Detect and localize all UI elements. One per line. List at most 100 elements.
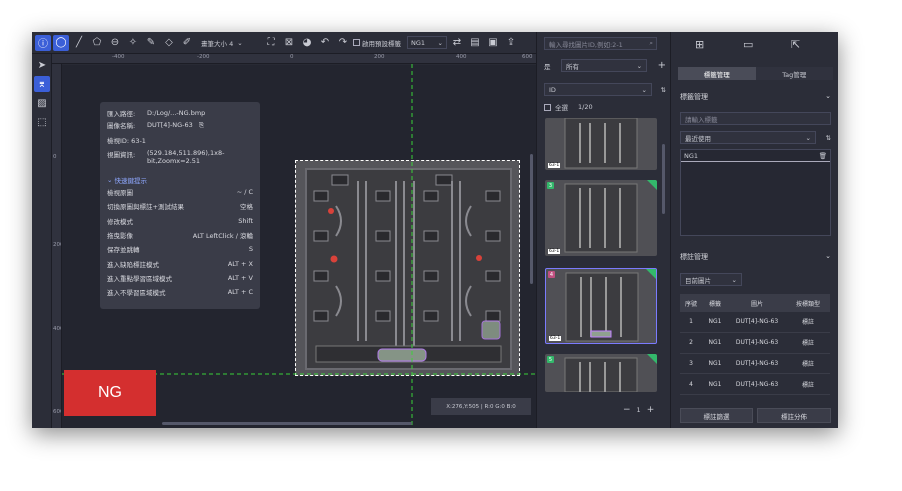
chevron-down-icon: ⌄ bbox=[731, 275, 737, 284]
crop-icon[interactable]: ⊠ bbox=[281, 35, 297, 51]
thumbnail-item[interactable]: 5 bbox=[545, 354, 657, 392]
annotation-distribution-button[interactable]: 標註分佈 bbox=[757, 408, 831, 423]
cell: 2 bbox=[689, 339, 693, 347]
tab-label-management[interactable]: 標籤管理 bbox=[678, 67, 756, 80]
polygon-tool-icon[interactable]: ⬠ bbox=[89, 35, 105, 51]
filter-select[interactable]: 所有 ⌄ bbox=[561, 59, 648, 72]
thumbnail-scrollbar[interactable] bbox=[662, 144, 665, 214]
chevron-down-icon: ⌄ bbox=[107, 175, 115, 184]
table-header: 序號 標籤 圖片 按標類型 bbox=[680, 294, 830, 312]
redo-icon[interactable]: ↷ bbox=[335, 35, 351, 51]
hatch-region-icon[interactable]: ▨ bbox=[34, 95, 50, 111]
left-toolbar: ➤ ⌆ ▨ ⬚ bbox=[32, 54, 52, 428]
coordinate-readout: X:276,Y:505 | R:0 G:0 B:0 bbox=[431, 398, 531, 415]
ellipse-tool-icon[interactable]: ◯ bbox=[53, 34, 69, 51]
viewport-value: (529.184,511.896),1x8-bit,Zoomx=2.51 bbox=[147, 149, 225, 165]
select-all-label: 全選 bbox=[555, 104, 568, 112]
vertical-scrollbar-thumb[interactable] bbox=[530, 154, 533, 284]
open-folder-icon[interactable]: ▭ bbox=[743, 38, 753, 51]
right-tabs: 標籤管理 Tag管理 bbox=[678, 67, 833, 80]
table-row[interactable]: 1 NG1 DUT[4]-NG-63 標註 bbox=[680, 312, 830, 333]
search-icon: ⌕ bbox=[649, 39, 653, 47]
pointer-icon[interactable]: ➤ bbox=[34, 57, 50, 73]
scope-select[interactable]: 目前圖片 ⌄ bbox=[680, 273, 742, 286]
circle-minus-icon[interactable]: ⊖ bbox=[107, 35, 123, 51]
chevron-down-icon: ⌄ bbox=[825, 252, 831, 260]
palette-icon[interactable]: ◕ bbox=[299, 35, 315, 51]
chevron-down-icon: ⌄ bbox=[805, 133, 811, 142]
hint-row: 切換原圖與標註+測試結果 空格 bbox=[107, 199, 253, 213]
edit-icon[interactable]: ✐ bbox=[179, 35, 195, 51]
undo-icon[interactable]: ↶ bbox=[317, 35, 333, 51]
eraser-icon[interactable]: ◇ bbox=[161, 35, 177, 51]
thumbnail-image bbox=[564, 118, 638, 169]
label-input[interactable]: 請輸入標籤 bbox=[680, 112, 831, 125]
col-header: 序號 bbox=[684, 300, 697, 308]
thumbnail-number: 3 bbox=[547, 182, 554, 189]
horizontal-scrollbar[interactable] bbox=[62, 422, 536, 426]
label-list-item[interactable]: NG1 🗑 bbox=[681, 150, 830, 162]
ruler-tick: 400 bbox=[456, 54, 467, 60]
thumbnail-item-selected[interactable]: 4 63-1 bbox=[545, 268, 657, 344]
plus-icon[interactable]: + bbox=[647, 405, 655, 415]
image-list-icon[interactable]: ▤ bbox=[467, 35, 483, 51]
fit-screen-icon[interactable]: ⛶ bbox=[263, 35, 279, 51]
brush-size-select[interactable]: 畫筆大小 4 ⌄ bbox=[197, 36, 261, 50]
hint-key: 空格 bbox=[240, 203, 253, 212]
tab-tag-management[interactable]: Tag管理 bbox=[756, 67, 834, 80]
annotation-filter-button[interactable]: 標註篩選 bbox=[680, 408, 753, 423]
magic-wand-icon[interactable]: ✧ bbox=[125, 35, 141, 51]
brush-icon[interactable]: ✎ bbox=[143, 35, 159, 51]
image-search-input[interactable]: 輸入尋找圖片ID,例如:2-1 ⌕ bbox=[544, 37, 657, 50]
cell: 標註 bbox=[801, 319, 814, 327]
enable-preset-checkbox[interactable] bbox=[353, 39, 360, 46]
cell: NG1 bbox=[708, 380, 722, 388]
hint-action: 拖曳影像 bbox=[107, 232, 133, 241]
hint-header-label: 快速鍵提示 bbox=[114, 176, 148, 185]
toolbar: ⓘ ◯ ╱ ⬠ ⊖ ✧ ✎ ◇ ✐ 畫筆大小 4 ⌄ ⛶ ⊠ ◕ ↶ ↷ 啟用預… bbox=[32, 32, 536, 54]
save-icon[interactable]: ▣ bbox=[485, 35, 501, 51]
line-tool-icon[interactable]: ╱ bbox=[71, 35, 87, 51]
label-section-header[interactable]: 標籤管理 ⌄ bbox=[680, 92, 831, 102]
region-select-icon[interactable]: ⬚ bbox=[34, 114, 50, 130]
hint-header[interactable]: ⌄ 快速鍵提示 bbox=[107, 174, 253, 185]
annotation-section-header[interactable]: 標註管理 ⌄ bbox=[680, 252, 831, 262]
vertical-ruler: 0 200 400 600 bbox=[52, 64, 62, 428]
sort-select[interactable]: ID ⌄ bbox=[544, 83, 652, 96]
image-canvas[interactable]: 匯入路徑: D:/Log/...-NG.bmp 圖像名稱: DUT[4]-NG-63… bbox=[62, 64, 536, 428]
select-all-checkbox[interactable] bbox=[544, 103, 551, 111]
chevron-down-icon: ⌄ bbox=[437, 38, 443, 47]
export-icon[interactable]: ⇪ bbox=[503, 35, 519, 51]
minus-icon[interactable]: − bbox=[623, 405, 631, 415]
preset-tag-select[interactable]: NG1 ⌄ bbox=[407, 36, 447, 49]
annotation-section-title: 標註管理 bbox=[680, 253, 708, 261]
view-id: 檢視ID: 63-1 bbox=[107, 137, 146, 145]
table-row[interactable]: 2 NG1 DUT[4]-NG-63 標註 bbox=[680, 333, 830, 354]
table-row[interactable]: 4 NG1 DUT[4]-NG-63 標註 bbox=[680, 374, 830, 396]
recent-select[interactable]: 最近使用 ⌄ bbox=[680, 131, 816, 144]
hint-key: ALT LeftClick / 滾輪 bbox=[192, 232, 253, 241]
info-overlay: 匯入路徑: D:/Log/...-NG.bmp 圖像名稱: DUT[4]-NG-63… bbox=[100, 102, 260, 309]
thumbnail-label: 63-1 bbox=[549, 336, 562, 341]
import-path-label: 匯入路徑: bbox=[107, 110, 136, 118]
hint-action: 進入重點學習區域模式 bbox=[107, 274, 172, 283]
sort-order-icon[interactable]: ⇅ bbox=[661, 86, 666, 94]
thumbnail-item[interactable]: 63-1 bbox=[545, 118, 657, 170]
swap-icon[interactable]: ⇄ bbox=[449, 35, 465, 51]
annotate-mode-icon[interactable]: ⌆ bbox=[34, 76, 50, 92]
export-image-icon[interactable]: ⇱ bbox=[791, 38, 800, 51]
table-row[interactable]: 3 NG1 DUT[4]-NG-63 標註 bbox=[680, 354, 830, 375]
sort-order-icon[interactable]: ⇅ bbox=[826, 134, 831, 142]
add-icon[interactable]: + bbox=[658, 60, 666, 71]
add-image-icon[interactable]: ⊞ bbox=[695, 38, 704, 51]
cell: DUT[4]-NG-63 bbox=[735, 380, 779, 388]
copy-icon[interactable]: ⎘ bbox=[199, 121, 204, 130]
cell: 標註 bbox=[801, 340, 814, 348]
label-list: NG1 🗑 bbox=[680, 149, 831, 236]
cell: 標註 bbox=[801, 381, 814, 389]
info-icon[interactable]: ⓘ bbox=[35, 34, 51, 51]
thumbnail-item[interactable]: 3 63-1 bbox=[545, 180, 657, 256]
trash-icon[interactable]: 🗑 bbox=[819, 152, 827, 160]
thumbnail-number: 4 bbox=[548, 271, 555, 278]
scrollbar-thumb[interactable] bbox=[162, 422, 412, 425]
